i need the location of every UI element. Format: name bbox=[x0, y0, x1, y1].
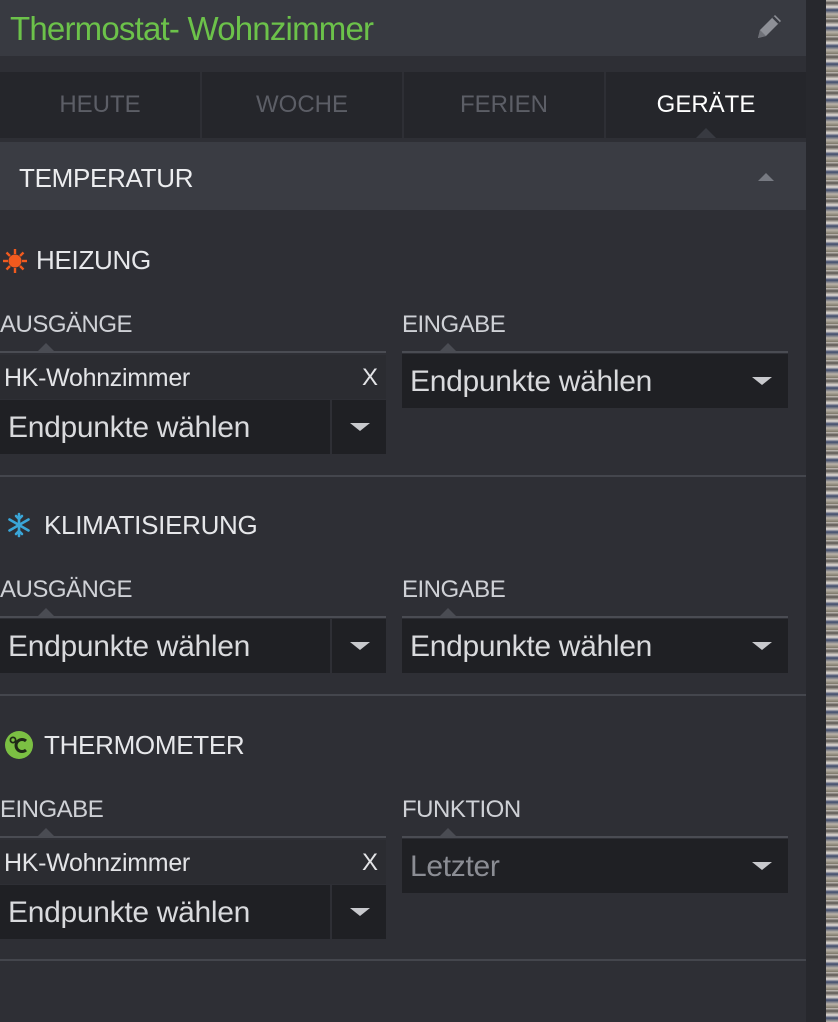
group-divider bbox=[0, 959, 806, 961]
select-placeholder: Endpunkte wählen bbox=[8, 411, 251, 444]
tab-label: GERÄTE bbox=[656, 91, 756, 118]
sun-icon bbox=[3, 249, 27, 273]
outputs-label: AUSGÄNGE bbox=[0, 576, 133, 603]
chevron-down-icon[interactable] bbox=[752, 862, 772, 870]
select-divider bbox=[330, 619, 332, 673]
celsius-icon bbox=[5, 731, 33, 759]
section-header-temperatur[interactable]: TEMPERATUR bbox=[0, 142, 806, 210]
tab-woche[interactable]: WOCHE bbox=[202, 72, 404, 138]
selected-endpoint-chip: HK-Wohnzimmer X bbox=[0, 355, 386, 399]
label-underline bbox=[402, 836, 788, 838]
label-pointer bbox=[38, 828, 54, 836]
label-underline bbox=[0, 351, 386, 353]
outputs-label: AUSGÄNGE bbox=[0, 311, 133, 338]
snowflake-icon bbox=[8, 512, 30, 538]
active-tab-indicator bbox=[696, 128, 716, 138]
remove-chip-button[interactable]: X bbox=[362, 364, 378, 392]
page-title: Thermostat- Wohnzimmer bbox=[10, 10, 374, 47]
tab-ferien[interactable]: FERIEN bbox=[404, 72, 606, 138]
label-pointer bbox=[38, 608, 54, 616]
input-label: EINGABE bbox=[0, 796, 104, 823]
function-select[interactable]: Letzter bbox=[402, 839, 788, 893]
section-title: TEMPERATUR bbox=[19, 163, 194, 193]
tab-label: FERIEN bbox=[459, 91, 548, 118]
background-image-strip bbox=[826, 0, 838, 1022]
label-underline bbox=[402, 351, 788, 353]
title-bar: Thermostat- Wohnzimmer bbox=[0, 0, 806, 56]
select-placeholder: Endpunkte wählen bbox=[410, 365, 653, 398]
select-placeholder: Endpunkte wählen bbox=[8, 630, 251, 663]
pencil-icon[interactable] bbox=[752, 10, 786, 44]
input-select[interactable]: Endpunkte wählen bbox=[402, 619, 788, 673]
tab-bar: HEUTE WOCHE FERIEN GERÄTE bbox=[0, 72, 806, 138]
select-placeholder: Endpunkte wählen bbox=[8, 896, 251, 929]
label-underline bbox=[0, 836, 386, 838]
select-divider bbox=[330, 400, 332, 454]
label-pointer bbox=[440, 828, 456, 836]
tab-label: HEUTE bbox=[59, 91, 141, 118]
outputs-select[interactable]: Endpunkte wählen bbox=[0, 400, 386, 454]
tab-geraete[interactable]: GERÄTE bbox=[606, 72, 806, 138]
input-select[interactable]: Endpunkte wählen bbox=[402, 354, 788, 408]
thermostat-panel: Thermostat- Wohnzimmer HEUTE WOCHE FERIE… bbox=[0, 0, 806, 1022]
label-pointer bbox=[440, 608, 456, 616]
group-title-heizung: HEIZUNG bbox=[36, 245, 151, 275]
tab-heute[interactable]: HEUTE bbox=[0, 72, 202, 138]
label-pointer bbox=[440, 343, 456, 351]
remove-chip-button[interactable]: X bbox=[362, 849, 378, 877]
group-title-klimatisierung: KLIMATISIERUNG bbox=[44, 510, 258, 540]
label-underline bbox=[0, 616, 386, 618]
function-label: FUNKTION bbox=[402, 796, 521, 823]
group-divider bbox=[0, 694, 806, 696]
chevron-down-icon[interactable] bbox=[752, 377, 772, 385]
chevron-down-icon[interactable] bbox=[350, 642, 370, 650]
select-divider bbox=[330, 885, 332, 939]
chevron-down-icon[interactable] bbox=[752, 642, 772, 650]
input-select[interactable]: Endpunkte wählen bbox=[0, 885, 386, 939]
tab-label: WOCHE bbox=[256, 91, 348, 118]
input-label: EINGABE bbox=[402, 576, 506, 603]
group-divider bbox=[0, 475, 806, 477]
outputs-select[interactable]: Endpunkte wählen bbox=[0, 619, 386, 673]
label-underline bbox=[402, 616, 788, 618]
group-title-thermometer: THERMOMETER bbox=[44, 730, 245, 760]
chip-label: HK-Wohnzimmer bbox=[4, 849, 190, 877]
chevron-down-icon[interactable] bbox=[350, 423, 370, 431]
panel-edge bbox=[806, 0, 826, 1022]
selected-endpoint-chip: HK-Wohnzimmer X bbox=[0, 840, 386, 884]
select-value: Letzter bbox=[410, 850, 500, 883]
select-placeholder: Endpunkte wählen bbox=[410, 630, 653, 663]
label-pointer bbox=[38, 343, 54, 351]
triangle-up-icon[interactable] bbox=[758, 173, 774, 181]
chip-label: HK-Wohnzimmer bbox=[4, 364, 190, 392]
chevron-down-icon[interactable] bbox=[350, 908, 370, 916]
input-label: EINGABE bbox=[402, 311, 506, 338]
